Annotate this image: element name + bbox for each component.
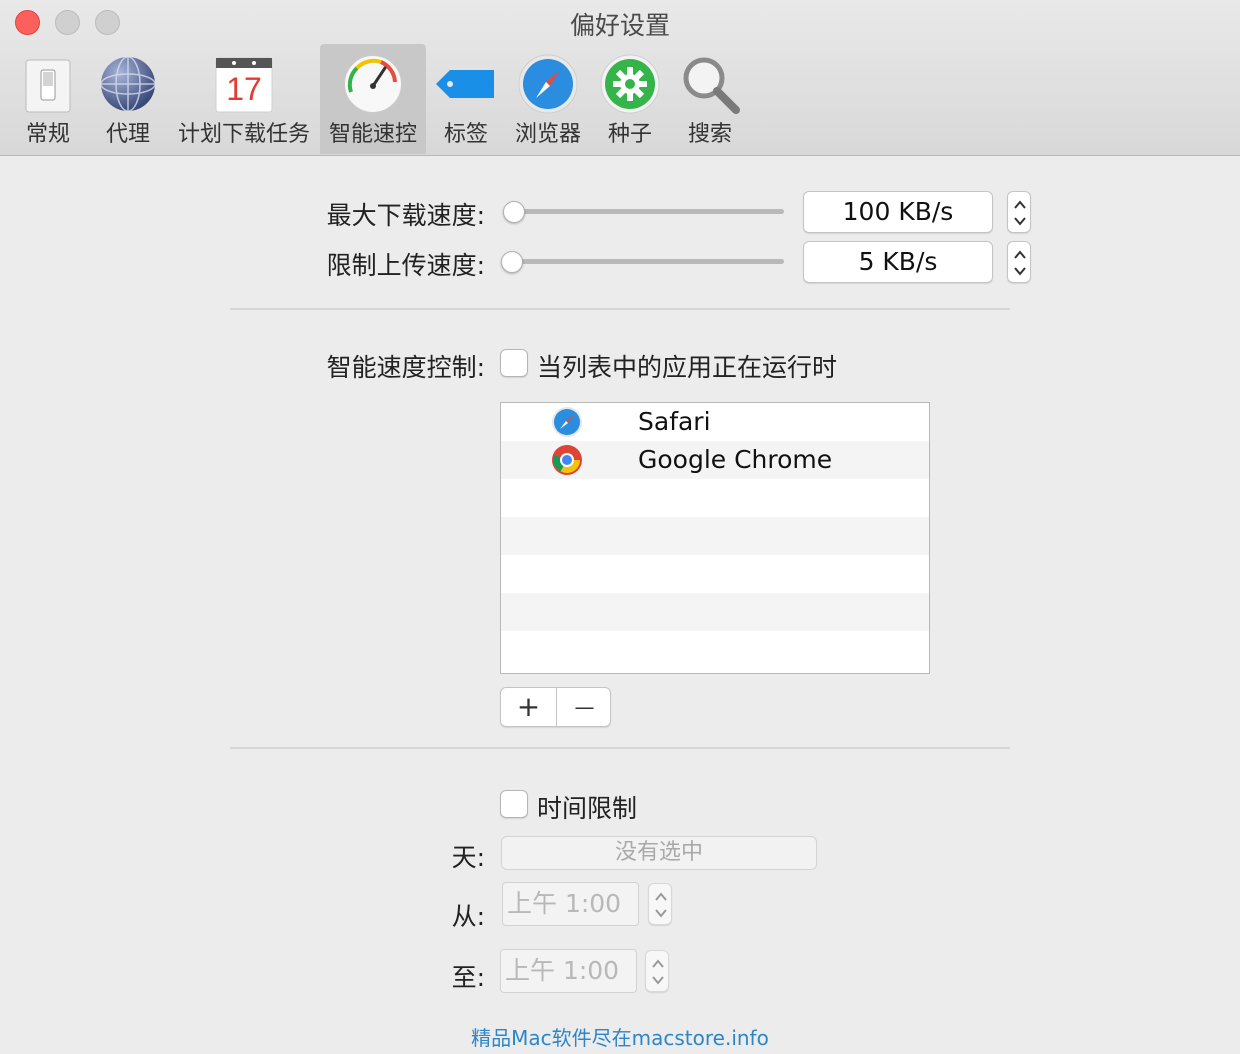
max-download-field[interactable]: 100 KB/s [803,191,993,233]
add-button[interactable]: + [501,688,556,726]
stepper-arrows-icon [1014,200,1026,226]
max-download-stepper[interactable] [1007,191,1031,233]
smart-speed-checkbox[interactable] [500,349,528,377]
toolbar-item-proxy[interactable]: 代理 [94,44,162,154]
list-item-empty [501,555,929,593]
from-time-stepper[interactable] [648,883,672,925]
list-item[interactable]: Safari [501,403,929,441]
preferences-window: 偏好设置 常规 代理 17 计划下载任务 智能速控 标签 浏览器 种子 搜索 最… [0,0,1240,1054]
calendar-icon: 17 [215,57,273,113]
max-download-slider[interactable] [505,209,784,214]
to-time-stepper[interactable] [645,950,669,992]
day-popup-button[interactable]: 没有选中 [501,836,817,870]
max-download-slider-knob[interactable] [503,201,525,223]
toolbar-label-schedule: 计划下载任务 [177,122,310,147]
toolbar-item-seeds[interactable]: 种子 [596,44,664,154]
toolbar-label-browser: 浏览器 [514,122,581,147]
window-title: 偏好设置 [569,11,670,40]
chrome-icon [552,445,582,475]
upload-limit-field[interactable]: 5 KB/s [803,241,993,283]
list-item-empty [501,593,929,631]
calendar-day: 17 [226,71,262,107]
upload-limit-label: 限制上传速度: [326,251,485,280]
from-label: 从: [451,902,485,931]
toolbar-item-browser[interactable]: 浏览器 [508,44,588,154]
toolbar-item-tags[interactable]: 标签 [432,44,500,154]
app-list[interactable]: Safari Google Chrome [500,402,930,674]
stepper-arrows-icon [1014,250,1026,276]
toolbar-label-general: 常规 [25,122,70,147]
watermark-text: 精品Mac软件尽在macstore.info [471,1026,769,1050]
smart-speed-checkbox-label[interactable]: 当列表中的应用正在运行时 [537,348,837,384]
day-label: 天: [451,843,485,872]
remove-button[interactable]: — [557,688,612,726]
app-name: Google Chrome [638,445,833,474]
toolbar-item-search[interactable]: 搜索 [676,44,744,154]
toolbar-item-smart-speed[interactable]: 智能速控 [320,44,426,154]
time-limit-checkbox[interactable] [500,790,528,818]
magnifier-icon [683,57,740,114]
from-time-field[interactable]: 上午 1:00 [502,882,639,926]
toolbar-label-search: 搜索 [687,122,732,147]
upload-limit-slider[interactable] [505,259,784,264]
list-item-empty [501,631,929,669]
switch-icon [25,59,71,113]
app-name: Safari [638,407,711,436]
toolbar-item-general[interactable]: 常规 [16,44,80,154]
separator [230,308,1010,310]
speedometer-icon [343,54,403,114]
gear-seed-icon [600,54,660,114]
upload-limit-slider-knob[interactable] [501,251,523,273]
list-item-empty [501,479,929,517]
tag-icon [436,70,494,98]
time-limit-checkbox-label[interactable]: 时间限制 [537,789,637,825]
smart-speed-label: 智能速度控制: [326,353,485,382]
upload-limit-stepper[interactable] [1007,241,1031,283]
toolbar-item-schedule[interactable]: 17 计划下载任务 [174,44,314,154]
max-download-label: 最大下载速度: [326,201,485,230]
toolbar-label-smart-speed: 智能速控 [328,122,417,147]
safari-icon [552,407,582,437]
to-label: 至: [451,963,485,992]
list-item[interactable]: Google Chrome [501,441,929,479]
globe-icon [100,56,156,112]
list-item-empty [501,517,929,555]
separator [230,747,1010,749]
titlebar-toolbar: 偏好设置 常规 代理 17 计划下载任务 智能速控 标签 浏览器 种子 搜索 [0,0,1240,156]
add-remove-control: + — [500,687,611,727]
toolbar-label-proxy: 代理 [105,122,150,147]
toolbar-label-tags: 标签 [443,122,488,147]
toolbar-label-seeds: 种子 [607,122,652,147]
compass-icon [518,54,578,114]
stepper-arrows-icon [652,959,664,985]
stepper-arrows-icon [655,892,667,918]
to-time-field[interactable]: 上午 1:00 [500,949,637,993]
